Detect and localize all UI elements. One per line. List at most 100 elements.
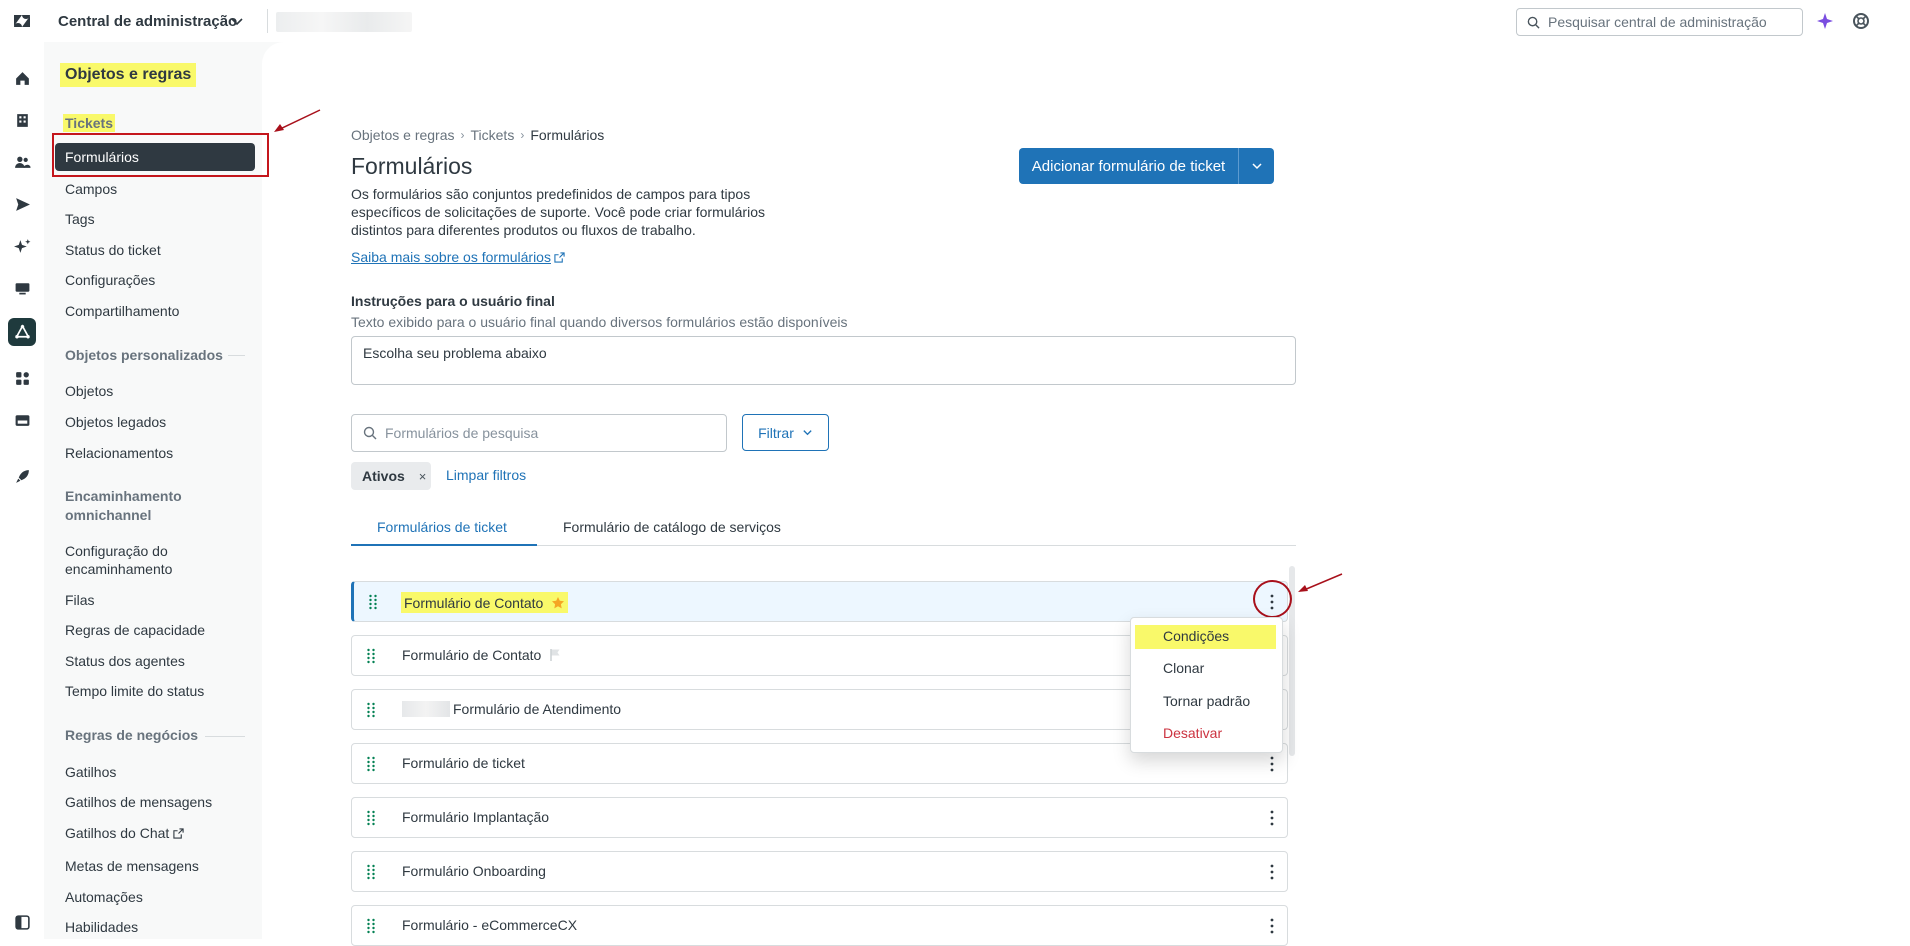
form-row[interactable]: Formulário Implantação [351, 797, 1288, 838]
top-bar: Central de administração [0, 0, 1910, 42]
home-icon[interactable] [12, 68, 32, 88]
menu-item-desativar[interactable]: Desativar [1135, 722, 1276, 746]
kebab-menu-icon[interactable] [1269, 756, 1275, 772]
objects-rules-icon[interactable] [8, 318, 36, 346]
page-description: Os formulários são conjuntos predefinido… [351, 186, 765, 238]
sidebar-item-compartilhamento[interactable]: Compartilhamento [65, 302, 179, 320]
admin-search[interactable] [1516, 8, 1803, 36]
sidebar-item-metas-mensagens[interactable]: Metas de mensagens [65, 857, 199, 875]
annotation-circle [1253, 580, 1292, 618]
learn-more-link[interactable]: Saiba mais sobre os formulários [351, 249, 565, 265]
drag-handle-icon[interactable] [368, 594, 378, 610]
annotation-box [52, 133, 269, 177]
instructions-textarea[interactable]: Escolha seu problema abaixo [351, 336, 1296, 385]
sidebar-item-gatilhos-chat[interactable]: Gatilhos do Chat [65, 824, 184, 842]
sidebar-item-regras-capacidade[interactable]: Regras de capacidade [65, 621, 205, 639]
tab-ticket-forms[interactable]: Formulários de ticket [351, 519, 537, 546]
breadcrumb-item[interactable]: Objetos e regras [351, 127, 455, 143]
chevron-down-icon[interactable] [230, 14, 244, 28]
divider [228, 355, 245, 356]
annotation-arrow [274, 109, 321, 132]
ai-sparkle-icon[interactable] [1816, 12, 1834, 30]
form-name-text: Formulário Onboarding [402, 863, 546, 879]
people-icon[interactable] [12, 152, 32, 172]
sidebar-item-objetos[interactable]: Objetos [65, 382, 113, 400]
sidebar-item-objetos-legados[interactable]: Objetos legados [65, 413, 166, 431]
sidebar-item-status-ticket[interactable]: Status do ticket [65, 241, 161, 259]
sidebar-item-tempo-limite[interactable]: Tempo limite do status [65, 682, 204, 700]
sidebar-item-campos[interactable]: Campos [65, 180, 117, 198]
sidebar-item-automacoes[interactable]: Automações [65, 888, 143, 906]
menu-item-clonar[interactable]: Clonar [1135, 657, 1276, 681]
form-name-text: Formulário Implantação [402, 809, 550, 825]
app-title[interactable]: Central de administração [58, 13, 237, 30]
sidebar-item-config-encaminhamento-1[interactable]: Configuração do [65, 542, 168, 560]
menu-item-tornar-padrao[interactable]: Tornar padrão [1135, 690, 1276, 714]
product-rail [0, 42, 44, 939]
panel-toggle-icon[interactable] [12, 912, 32, 932]
filter-button[interactable]: Filtrar [742, 414, 829, 451]
sidebar-item-gatilhos[interactable]: Gatilhos [65, 763, 116, 781]
external-link-icon [173, 827, 184, 839]
ai-sparkle-icon[interactable] [12, 236, 32, 256]
rocket-icon[interactable] [12, 466, 32, 486]
tab-service-catalog[interactable]: Formulário de catálogo de serviços [563, 519, 781, 546]
form-name-text: Formulário de ticket [402, 755, 525, 771]
breadcrumb: Objetos e regras › Tickets › Formulários [351, 127, 604, 143]
form-name-text: Formulário de Contato [402, 647, 542, 663]
divider [1238, 148, 1239, 184]
learn-more-label: Saiba mais sobre os formulários [351, 249, 551, 265]
sidebar-item-configuracoes[interactable]: Configurações [65, 271, 155, 289]
form-row[interactable]: Formulário de Contato [351, 581, 1288, 622]
zendesk-logo-icon[interactable] [12, 11, 32, 31]
drag-handle-icon[interactable] [366, 648, 376, 664]
add-ticket-form-button[interactable]: Adicionar formulário de ticket [1019, 148, 1238, 184]
chevron-down-icon [1251, 163, 1262, 170]
sidebar-item-relacionamentos[interactable]: Relacionamentos [65, 444, 173, 462]
instructions-subtitle: Texto exibido para o usuário final quand… [351, 314, 848, 330]
drag-handle-icon[interactable] [366, 702, 376, 718]
channels-icon[interactable] [12, 410, 32, 430]
forms-search-input[interactable] [385, 425, 705, 441]
building-icon[interactable] [12, 110, 32, 130]
drag-handle-icon[interactable] [366, 918, 376, 934]
form-row[interactable]: Formulário Onboarding [351, 851, 1288, 892]
chevron-right-icon: › [520, 128, 525, 142]
clear-filters-link[interactable]: Limpar filtros [446, 467, 526, 483]
drag-handle-icon[interactable] [366, 810, 376, 826]
menu-item-condicoes[interactable]: Condições [1135, 625, 1276, 649]
breadcrumb-item[interactable]: Tickets [471, 127, 515, 143]
sidebar-group-tickets: Tickets [63, 114, 115, 132]
send-icon[interactable] [12, 194, 32, 214]
apps-icon[interactable] [12, 368, 32, 388]
redacted-account-name [276, 12, 412, 32]
kebab-menu-icon[interactable] [1269, 810, 1275, 826]
sidebar-item-habilidades[interactable]: Habilidades [65, 918, 138, 936]
admin-search-input[interactable] [1548, 14, 1788, 30]
close-icon[interactable]: × [419, 469, 427, 484]
chevron-right-icon: › [460, 128, 465, 142]
forms-search[interactable] [351, 414, 727, 452]
kebab-menu-icon[interactable] [1269, 864, 1275, 880]
divider [205, 736, 245, 737]
sidebar-item-config-encaminhamento-2[interactable]: encaminhamento [65, 560, 172, 578]
sidebar-section-title: Objetos e regras [60, 63, 197, 87]
drag-handle-icon[interactable] [366, 756, 376, 772]
form-name: Formulário Implantação [402, 809, 549, 825]
form-name: Formulário de Atendimento [402, 701, 621, 717]
help-lifebuoy-icon[interactable] [1852, 12, 1870, 30]
form-name-text: Formulário - eCommerceCX [402, 917, 578, 933]
form-name: Formulário Onboarding [402, 863, 546, 879]
sidebar-group-custom-objects: Objetos personalizados [65, 347, 223, 363]
monitor-icon[interactable] [12, 278, 32, 298]
sidebar-item-filas[interactable]: Filas [65, 591, 95, 609]
sidebar-item-tags[interactable]: Tags [65, 210, 95, 228]
drag-handle-icon[interactable] [366, 864, 376, 880]
flag-icon [550, 649, 560, 661]
kebab-menu-icon[interactable] [1269, 918, 1275, 934]
sidebar-item-status-agentes[interactable]: Status dos agentes [65, 652, 185, 670]
add-form-options-button[interactable] [1239, 148, 1274, 184]
sidebar-item-gatilhos-mensagens[interactable]: Gatilhos de mensagens [65, 793, 212, 811]
form-name: Formulário de Contato [401, 592, 569, 613]
form-row[interactable]: Formulário - eCommerceCX [351, 905, 1288, 946]
